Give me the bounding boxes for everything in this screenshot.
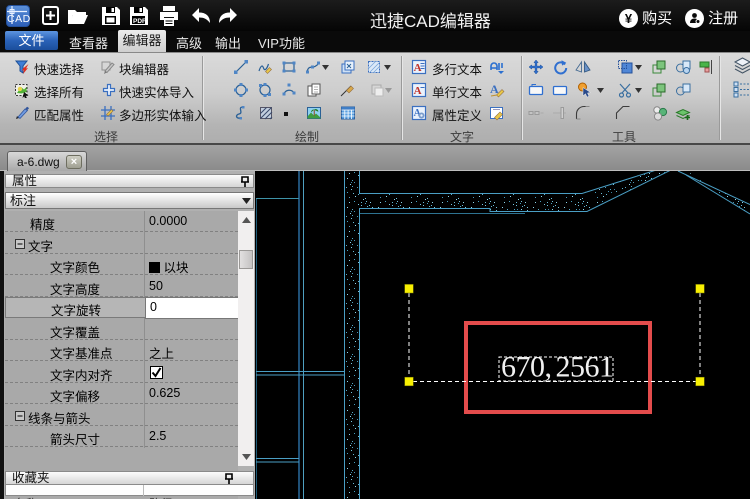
svg-text:670,2561: 670,2561 xyxy=(501,351,614,384)
svg-text:PDF: PDF xyxy=(133,18,146,25)
svg-text:A: A xyxy=(414,85,422,97)
svg-text:A: A xyxy=(414,62,422,74)
